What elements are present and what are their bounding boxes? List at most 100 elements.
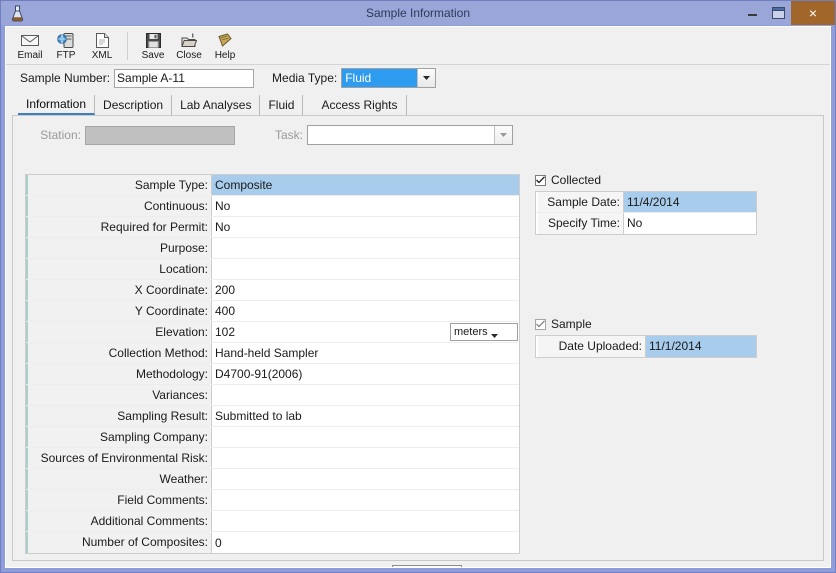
save-button[interactable]: Save bbox=[135, 29, 171, 64]
table-row[interactable]: Variances: bbox=[26, 385, 519, 406]
row-value[interactable]: No bbox=[624, 213, 756, 234]
table-row[interactable]: Required for Permit: No bbox=[26, 217, 519, 238]
row-label: Location: bbox=[26, 259, 212, 279]
table-row[interactable]: Number of Composites: 0 bbox=[26, 532, 519, 553]
row-value[interactable] bbox=[212, 259, 519, 279]
table-row[interactable]: Sample Date: 11/4/2014 bbox=[536, 192, 756, 213]
xml-document-icon bbox=[95, 31, 109, 49]
media-type-dropdown[interactable]: Fluid bbox=[341, 68, 437, 88]
table-row[interactable]: Field Comments: bbox=[26, 490, 519, 511]
ftp-button[interactable]: FTP bbox=[48, 29, 84, 64]
table-row[interactable]: Collection Method: Hand-held Sampler bbox=[26, 343, 519, 364]
table-row[interactable]: Y Coordinate: 400 bbox=[26, 301, 519, 322]
link-button[interactable]: Link bbox=[391, 565, 462, 567]
toolbar: Email FTP XML Save Close Help bbox=[6, 27, 830, 65]
email-button-label: Email bbox=[17, 50, 43, 61]
ftp-server-icon bbox=[57, 31, 75, 49]
table-row[interactable]: Sampling Result: Submitted to lab bbox=[26, 406, 519, 427]
elevation-unit-dropdown[interactable]: meters bbox=[450, 323, 518, 341]
task-dropdown[interactable] bbox=[307, 125, 514, 145]
sample-section: Sample Date Uploaded: 11/1/2014 bbox=[535, 316, 757, 358]
help-button[interactable]: Help bbox=[207, 29, 243, 64]
row-value[interactable] bbox=[212, 427, 519, 447]
toolbar-separator bbox=[127, 32, 128, 60]
row-value[interactable]: 200 bbox=[212, 280, 519, 300]
table-row[interactable]: Specify Time: No bbox=[536, 213, 756, 234]
table-row[interactable]: Continuous: No bbox=[26, 196, 519, 217]
row-value[interactable] bbox=[212, 448, 519, 468]
table-row[interactable]: Elevation: 102 meters bbox=[26, 322, 519, 343]
chevron-down-icon[interactable] bbox=[494, 126, 513, 144]
row-value[interactable] bbox=[212, 511, 519, 531]
associated-boring-input[interactable]: E105 bbox=[162, 566, 378, 567]
media-type-label: Media Type: bbox=[272, 71, 338, 85]
tab-description[interactable]: Description bbox=[95, 95, 173, 115]
help-book-icon bbox=[217, 31, 233, 49]
collected-grid[interactable]: Sample Date: 11/4/2014 Specify Time: No bbox=[535, 191, 757, 235]
table-row[interactable]: Location: bbox=[26, 259, 519, 280]
row-value[interactable]: Composite bbox=[212, 175, 519, 195]
row-value[interactable] bbox=[212, 469, 519, 489]
close-button[interactable]: × bbox=[791, 1, 835, 25]
row-value[interactable] bbox=[212, 238, 519, 258]
title-bar[interactable]: Sample Information × bbox=[1, 1, 835, 25]
row-label: Elevation: bbox=[26, 322, 212, 342]
row-value[interactable] bbox=[212, 385, 519, 405]
xml-button-label: XML bbox=[91, 50, 113, 61]
collected-checkbox-row[interactable]: Collected bbox=[535, 172, 757, 188]
information-panel: Station: Task: Sample Type: Composite Co bbox=[12, 115, 824, 561]
row-label: Sampling Result: bbox=[26, 406, 212, 426]
row-label: Sources of Environmental Risk: bbox=[26, 448, 212, 468]
sample-checkbox-row[interactable]: Sample bbox=[535, 316, 757, 332]
row-label: Field Comments: bbox=[26, 490, 212, 510]
chevron-down-icon[interactable] bbox=[490, 324, 506, 340]
tab-information[interactable]: Information bbox=[18, 95, 96, 115]
collected-checkbox[interactable] bbox=[535, 174, 546, 186]
table-row[interactable]: Purpose: bbox=[26, 238, 519, 259]
tab-lab-analyses[interactable]: Lab Analyses bbox=[172, 95, 261, 115]
row-label: Sample Date: bbox=[536, 192, 624, 212]
table-row[interactable]: Sampling Company: bbox=[26, 427, 519, 448]
row-value[interactable]: 11/1/2014 bbox=[646, 336, 756, 357]
table-row[interactable]: Additional Comments: bbox=[26, 511, 519, 532]
sample-property-grid[interactable]: Sample Type: Composite Continuous: No Re… bbox=[25, 174, 520, 554]
maximize-button[interactable] bbox=[765, 1, 791, 25]
tab-access-rights[interactable]: Access Rights bbox=[313, 95, 407, 115]
window-title: Sample Information bbox=[365, 6, 471, 20]
table-row[interactable]: Methodology: D4700-91(2006) bbox=[26, 364, 519, 385]
sample-number-input[interactable]: Sample A-11 bbox=[114, 68, 255, 88]
xml-button[interactable]: XML bbox=[84, 29, 120, 64]
minimize-button[interactable] bbox=[739, 1, 765, 25]
task-value bbox=[308, 126, 494, 144]
row-value[interactable]: No bbox=[212, 217, 519, 237]
table-row[interactable]: Weather: bbox=[26, 469, 519, 490]
toolbar-group-file: Save Close Help bbox=[135, 29, 243, 64]
elevation-unit-value: meters bbox=[454, 326, 488, 338]
close-toolbar-button[interactable]: Close bbox=[171, 29, 207, 64]
row-value[interactable]: 0 bbox=[212, 532, 519, 553]
table-row[interactable]: Sample Type: Composite bbox=[26, 175, 519, 196]
tab-fluid[interactable]: Fluid bbox=[260, 95, 304, 115]
row-label: Y Coordinate: bbox=[26, 301, 212, 321]
table-row[interactable]: Date Uploaded: 11/1/2014 bbox=[536, 336, 756, 357]
chevron-down-icon[interactable] bbox=[417, 69, 436, 87]
sample-number-label: Sample Number: bbox=[20, 71, 111, 85]
row-value[interactable]: Submitted to lab bbox=[212, 406, 519, 426]
row-value[interactable]: 11/4/2014 bbox=[624, 192, 756, 212]
row-value[interactable]: 102 meters bbox=[212, 322, 519, 342]
email-button[interactable]: Email bbox=[12, 29, 48, 64]
sample-checkbox[interactable] bbox=[535, 318, 546, 330]
row-value[interactable]: 400 bbox=[212, 301, 519, 321]
sample-grid[interactable]: Date Uploaded: 11/1/2014 bbox=[535, 335, 757, 358]
row-label: Date Uploaded: bbox=[536, 336, 646, 357]
table-row[interactable]: X Coordinate: 200 bbox=[26, 280, 519, 301]
row-value[interactable]: D4700-91(2006) bbox=[212, 364, 519, 384]
row-value[interactable] bbox=[212, 490, 519, 510]
save-button-label: Save bbox=[141, 50, 165, 61]
row-label: Purpose: bbox=[26, 238, 212, 258]
collected-section: Collected Sample Date: 11/4/2014 Specify… bbox=[535, 172, 757, 235]
row-value[interactable]: Hand-held Sampler bbox=[212, 343, 519, 363]
row-value[interactable]: No bbox=[212, 196, 519, 216]
row-label: Sampling Company: bbox=[26, 427, 212, 447]
table-row[interactable]: Sources of Environmental Risk: bbox=[26, 448, 519, 469]
